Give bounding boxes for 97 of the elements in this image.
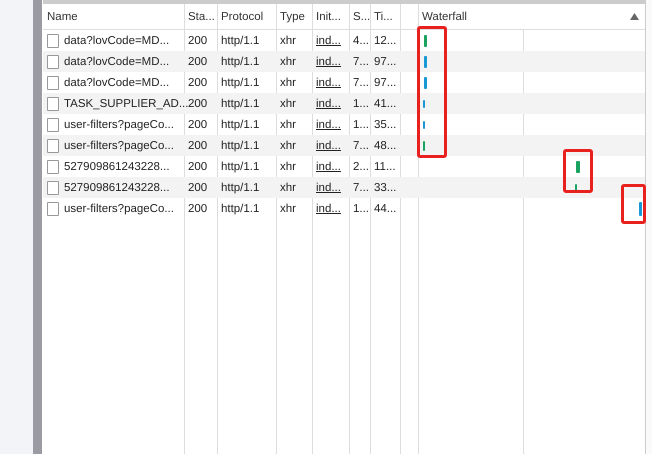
table-row[interactable]: user-filters?pageCo... 200 http/1.1 xhr ind... 7... 48... — [43, 135, 645, 156]
table-row[interactable]: 527909861243228... 200 http/1.1 xhr ind... 2... 11... — [43, 156, 645, 177]
request-name: 527909861243228... — [64, 182, 170, 194]
file-icon — [47, 54, 59, 68]
column-header[interactable]: Name — [47, 10, 180, 22]
table-cell: 48... — [374, 140, 396, 152]
table-cell: 7... — [353, 56, 369, 68]
highlight-box — [563, 149, 593, 193]
table-cell: 33... — [374, 182, 396, 194]
file-icon — [47, 138, 59, 152]
column-header[interactable]: Waterfall — [422, 10, 641, 22]
column-header[interactable]: Init... — [316, 10, 345, 22]
column-header[interactable]: S... — [353, 10, 370, 22]
table-cell: xhr — [280, 76, 296, 88]
initiator-link[interactable]: ind... — [316, 202, 341, 214]
file-icon — [47, 96, 59, 110]
table-cell: 200 — [188, 118, 208, 130]
column-header[interactable]: Protocol — [221, 10, 272, 22]
table-cell: http/1.1 — [221, 76, 260, 88]
table-cell: 200 — [188, 182, 208, 194]
table-row[interactable]: user-filters?pageCo... 200 http/1.1 xhr ind... 1... 35... — [43, 114, 645, 135]
table-cell: http/1.1 — [221, 160, 260, 172]
timing-bar — [639, 202, 642, 216]
table-row[interactable]: user-filters?pageCo... 200 http/1.1 xhr ind... 1... 44... — [43, 198, 645, 219]
request-name: 527909861243228... — [64, 160, 170, 172]
initiator-link[interactable]: ind... — [316, 160, 341, 172]
request-name: user-filters?pageCo... — [64, 118, 174, 130]
table-cell: http/1.1 — [221, 98, 260, 110]
request-name: data?lovCode=MD... — [64, 34, 170, 46]
column-header[interactable]: Ti... — [374, 10, 396, 22]
file-icon — [47, 202, 59, 216]
table-cell: http/1.1 — [221, 182, 260, 194]
table-row[interactable]: data?lovCode=MD... 200 http/1.1 xhr ind... 7... 97... — [43, 51, 645, 72]
table-row[interactable]: 527909861243228... 200 http/1.1 xhr ind... 7... 33... — [43, 177, 645, 198]
table-cell: xhr — [280, 160, 296, 172]
table-cell: 4... — [353, 34, 369, 46]
initiator-link[interactable]: ind... — [316, 118, 341, 130]
initiator-link[interactable]: ind... — [316, 56, 341, 68]
table-cell: http/1.1 — [221, 118, 260, 130]
initiator-link[interactable]: ind... — [316, 140, 341, 152]
table-cell: 200 — [188, 160, 208, 172]
table-row[interactable]: TASK_SUPPLIER_AD...200 http/1.1 xhr ind... 1... 41... — [43, 93, 645, 114]
splitter-handle[interactable] — [33, 0, 42, 454]
table-cell: 200 — [188, 56, 208, 68]
table-cell: 200 — [188, 202, 208, 214]
table-cell: xhr — [280, 34, 296, 46]
timing-bar — [576, 160, 580, 172]
table-cell: http/1.1 — [221, 140, 260, 152]
table-cell: xhr — [280, 118, 296, 130]
table-cell: 1... — [353, 202, 369, 214]
table-row[interactable]: data?lovCode=MD... 200 http/1.1 xhr ind... 4... 12... — [43, 30, 645, 51]
table-cell: 12... — [374, 34, 396, 46]
initiator-link[interactable]: ind... — [316, 98, 341, 110]
request-name: data?lovCode=MD... — [64, 76, 170, 88]
table-cell: 2... — [353, 160, 369, 172]
table-cell: 11... — [374, 160, 396, 172]
initiator-link[interactable]: ind... — [316, 34, 341, 46]
request-name: user-filters?pageCo... — [64, 202, 174, 214]
table-cell: xhr — [280, 182, 296, 194]
table-cell: http/1.1 — [221, 34, 260, 46]
table-cell: 7... — [353, 182, 369, 194]
table-cell: 1... — [353, 118, 369, 130]
table-cell: 7... — [353, 76, 369, 88]
table-cell: 97... — [374, 56, 396, 68]
request-name: TASK_SUPPLIER_AD... — [64, 98, 188, 110]
initiator-link[interactable]: ind... — [316, 76, 341, 88]
table-cell: http/1.1 — [221, 202, 260, 214]
file-icon — [47, 34, 59, 48]
table-cell: 35... — [374, 118, 396, 130]
file-icon — [47, 180, 59, 194]
file-icon — [47, 118, 59, 132]
request-name: user-filters?pageCo... — [64, 140, 174, 152]
table-cell: 200 — [188, 34, 208, 46]
table-cell: 97... — [374, 76, 396, 88]
table-cell: http/1.1 — [221, 56, 260, 68]
table-cell: xhr — [280, 140, 296, 152]
sort-arrow-icon — [630, 13, 639, 20]
table-cell: xhr — [280, 56, 296, 68]
table-cell: xhr — [280, 202, 296, 214]
table-cell: 200 — [188, 140, 208, 152]
table-row[interactable]: data?lovCode=MD... 200 http/1.1 xhr ind... 7... 97... — [43, 72, 645, 93]
column-header[interactable]: Type — [280, 10, 308, 22]
table-cell: 200 — [188, 76, 208, 88]
file-icon — [47, 76, 59, 90]
column-header[interactable]: Sta... — [188, 10, 215, 22]
timing-bar — [424, 76, 427, 88]
initiator-link[interactable]: ind... — [316, 182, 341, 194]
file-icon — [47, 160, 59, 174]
table-cell: 7... — [353, 140, 369, 152]
table-cell: 1... — [353, 98, 369, 110]
timing-bar — [424, 56, 427, 68]
table-cell: 200 — [188, 98, 208, 110]
timing-bar — [424, 34, 427, 46]
table-cell: xhr — [280, 98, 296, 110]
request-name: data?lovCode=MD... — [64, 56, 170, 68]
table-cell: 41... — [374, 98, 396, 110]
table-cell: 44... — [374, 202, 396, 214]
